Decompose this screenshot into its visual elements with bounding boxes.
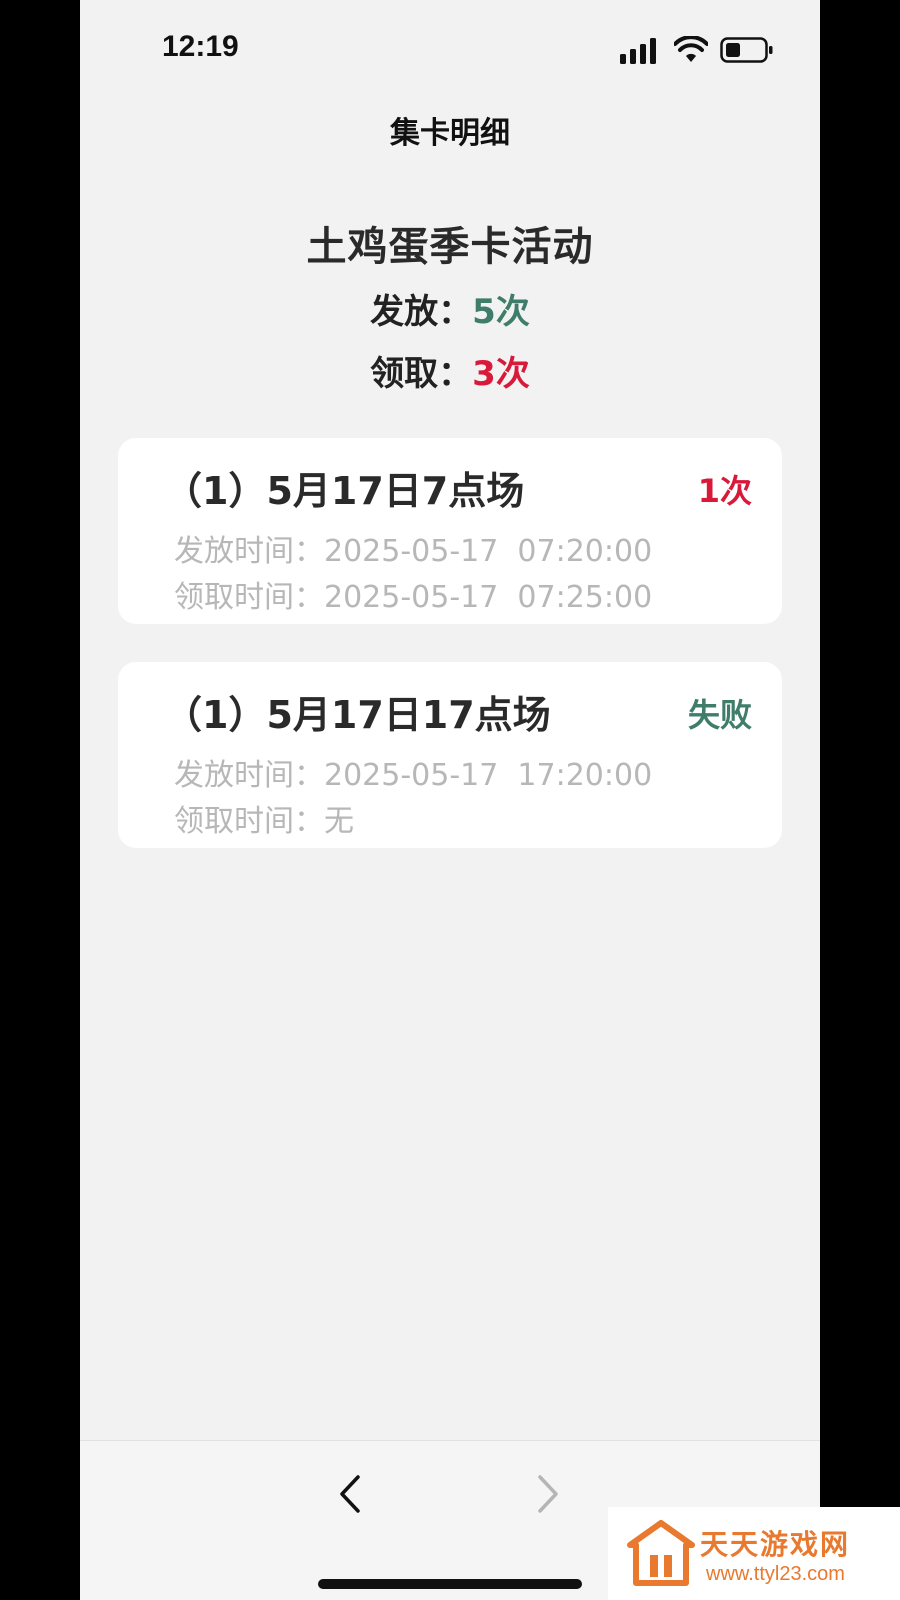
received-count: 领取：3次 bbox=[80, 346, 820, 395]
home-indicator[interactable] bbox=[318, 1579, 582, 1589]
page-title: 集卡明细 bbox=[390, 116, 510, 151]
battery-icon bbox=[720, 37, 773, 63]
status-time: 12:19 bbox=[162, 30, 239, 63]
issue-time-label: 发放时间： bbox=[174, 534, 324, 569]
received-label: 领取： bbox=[370, 354, 473, 394]
issue-time-value: 2025-05-17 17:20:00 bbox=[324, 758, 653, 793]
issue-time-value: 2025-05-17 07:20:00 bbox=[324, 534, 653, 569]
issued-label: 发放： bbox=[370, 292, 473, 332]
record-card: （1）5月17日17点场 失败 发放时间：2025-05-17 17:20:00… bbox=[118, 662, 782, 848]
house-logo-icon bbox=[627, 1520, 695, 1586]
receive-time-label: 领取时间： bbox=[174, 580, 324, 615]
issue-time-label: 发放时间： bbox=[174, 758, 324, 793]
record-title: （1）5月17日17点场 bbox=[164, 693, 551, 737]
chevron-right-icon[interactable] bbox=[526, 1469, 566, 1519]
watermark-name: 天天游戏网 bbox=[700, 1528, 851, 1561]
record-title: （1）5月17日7点场 bbox=[164, 469, 525, 513]
issue-time-row: 发放时间：2025-05-17 17:20:00 bbox=[174, 750, 652, 794]
wifi-icon bbox=[674, 36, 708, 62]
activity-title: 土鸡蛋季卡活动 bbox=[306, 224, 594, 270]
receive-time-value: 无 bbox=[324, 804, 354, 839]
receive-time-value: 2025-05-17 07:25:00 bbox=[324, 580, 653, 615]
phone-screen: 12:19 集卡明细 土鸡蛋季卡活动 发放：5次 领取：3次 （1）5月17日7… bbox=[80, 0, 820, 1600]
chevron-left-icon[interactable] bbox=[332, 1469, 372, 1519]
receive-time-label: 领取时间： bbox=[174, 804, 324, 839]
receive-time-row: 领取时间：2025-05-17 07:25:00 bbox=[174, 572, 652, 616]
receive-time-row: 领取时间：无 bbox=[174, 796, 354, 840]
status-bar: 12:19 bbox=[80, 0, 820, 100]
record-status: 失败 bbox=[687, 696, 752, 734]
site-watermark: 天天游戏网 www.ttyl23.com bbox=[608, 1507, 900, 1600]
record-card: （1）5月17日7点场 1次 发放时间：2025-05-17 07:20:00 … bbox=[118, 438, 782, 624]
issue-time-row: 发放时间：2025-05-17 07:20:00 bbox=[174, 526, 652, 570]
watermark-url: www.ttyl23.com bbox=[706, 1563, 845, 1585]
record-status: 1次 bbox=[697, 472, 752, 510]
received-value: 3次 bbox=[472, 354, 530, 394]
issued-count: 发放：5次 bbox=[80, 284, 820, 333]
issued-value: 5次 bbox=[472, 292, 530, 332]
signal-icon bbox=[620, 38, 656, 64]
